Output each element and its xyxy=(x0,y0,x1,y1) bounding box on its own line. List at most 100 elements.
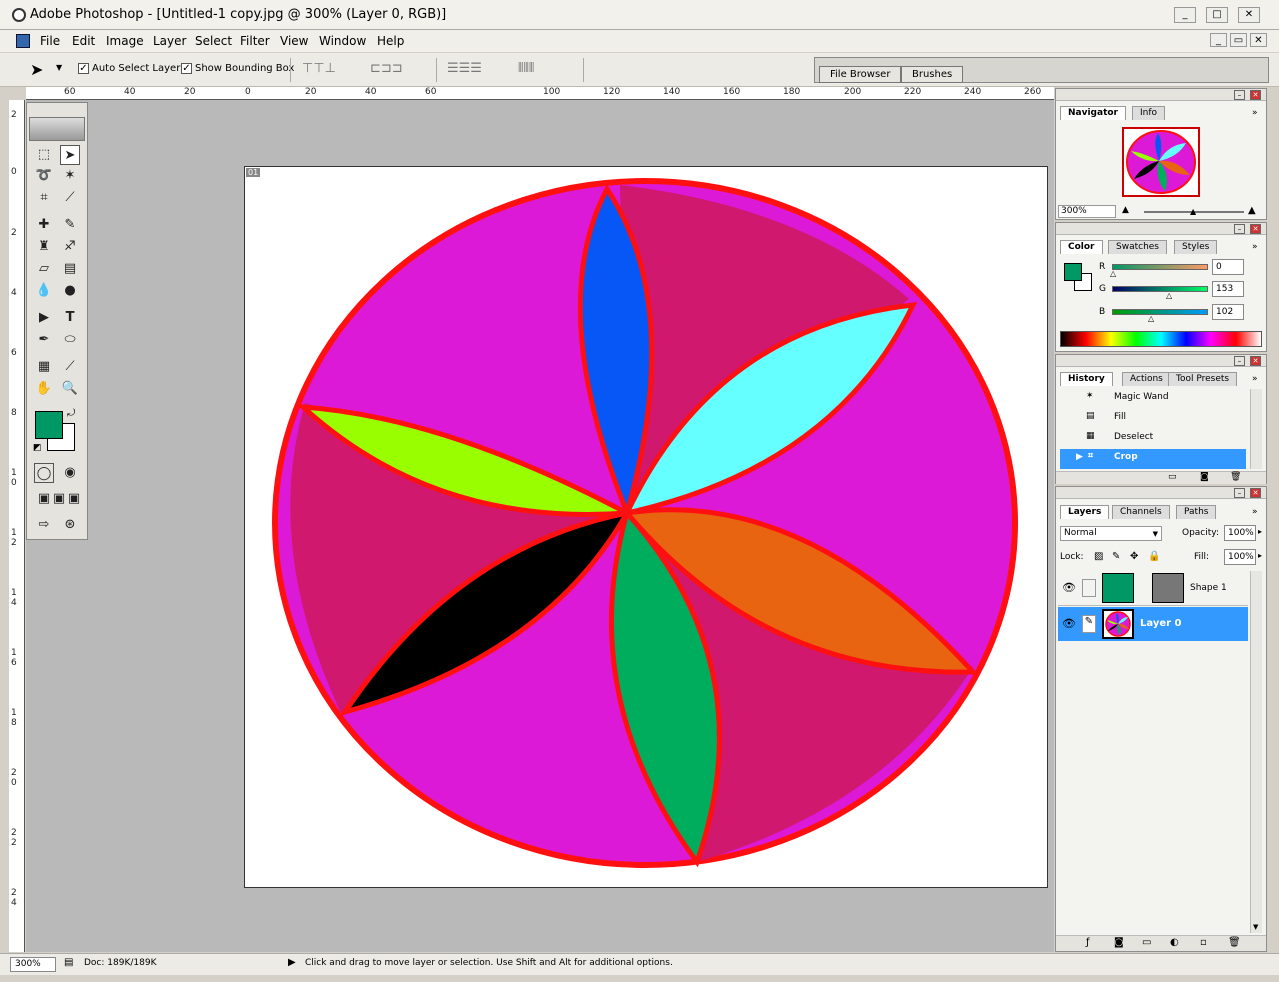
eyedropper-icon[interactable]: ⟋ xyxy=(60,357,80,377)
align-left-icon[interactable]: ⊏⊐⊐ xyxy=(370,61,403,76)
history-item-selected[interactable]: ▶ ⌗ Crop xyxy=(1060,449,1246,469)
lock-all-icon[interactable]: 🔒 xyxy=(1148,551,1160,562)
panel-minimize-icon[interactable]: – xyxy=(1234,488,1245,498)
snapshot-icon[interactable]: ◙ xyxy=(1200,472,1209,482)
brush-icon[interactable]: ✎ xyxy=(1082,615,1096,633)
red-slider-thumb[interactable]: △ xyxy=(1110,269,1116,278)
canvas-area[interactable]: 01 xyxy=(26,100,1054,952)
distribute-top-icon[interactable]: ☰☰☰ xyxy=(447,61,482,76)
tab-navigator[interactable]: Navigator xyxy=(1060,106,1126,120)
magic-wand-icon[interactable]: ✶ xyxy=(60,166,80,186)
panel-close-icon[interactable]: ✕ xyxy=(1250,488,1261,498)
lock-image-icon[interactable]: ✎ xyxy=(1112,551,1120,562)
panel-minimize-icon[interactable]: – xyxy=(1234,224,1245,234)
status-arrow-icon[interactable]: ▶ xyxy=(288,957,296,968)
lock-transparency-icon[interactable]: ▨ xyxy=(1094,551,1103,562)
panel-menu-icon[interactable]: » xyxy=(1252,108,1258,118)
default-colors-icon[interactable]: ◩ xyxy=(33,443,42,453)
menu-image[interactable]: Image xyxy=(106,34,144,48)
eraser-tool-icon[interactable]: ▱ xyxy=(34,259,54,279)
tab-tool-presets[interactable]: Tool Presets xyxy=(1168,372,1238,386)
panel-close-icon[interactable]: ✕ xyxy=(1250,224,1261,234)
history-brush-icon[interactable]: ♐ xyxy=(60,237,80,257)
tab-swatches[interactable]: Swatches xyxy=(1108,240,1167,254)
add-mask-icon[interactable]: ◙ xyxy=(1114,937,1124,948)
full-screen-icon[interactable]: ▣ xyxy=(64,489,84,509)
tab-color[interactable]: Color xyxy=(1060,240,1103,254)
new-document-icon[interactable]: ▭ xyxy=(1168,472,1177,482)
menu-file[interactable]: File xyxy=(40,34,60,48)
eye-icon[interactable]: 👁 xyxy=(1062,581,1076,594)
ellipse-tool-icon[interactable]: ⬭ xyxy=(60,330,80,350)
auto-select-checkbox[interactable]: ✓ xyxy=(78,63,89,74)
green-slider[interactable] xyxy=(1112,286,1208,292)
marquee-tool-icon[interactable]: ⬚ xyxy=(34,145,54,165)
layer-fill-thumbnail[interactable] xyxy=(1102,573,1134,603)
menu-edit[interactable]: Edit xyxy=(72,34,95,48)
layer-row[interactable]: 👁 Shape 1 xyxy=(1058,571,1248,606)
layer-thumbnail[interactable] xyxy=(1102,609,1134,639)
tab-file-browser[interactable]: File Browser xyxy=(819,66,902,83)
chevron-down-icon[interactable]: ▼ xyxy=(56,63,62,72)
panel-minimize-icon[interactable]: – xyxy=(1234,356,1245,366)
bounding-box-checkbox[interactable]: ✓ xyxy=(181,63,192,74)
new-layer-icon[interactable]: ▫ xyxy=(1200,937,1207,948)
zoom-value[interactable]: 300% xyxy=(1058,205,1116,218)
doc-close-button[interactable]: ✕ xyxy=(1250,33,1267,47)
panel-close-icon[interactable]: ✕ xyxy=(1250,90,1261,100)
panel-menu-icon[interactable]: » xyxy=(1252,507,1258,517)
fill-arrow-icon[interactable]: ▸ xyxy=(1258,551,1262,560)
type-tool-icon[interactable]: T xyxy=(60,308,80,328)
doc-icon[interactable] xyxy=(16,34,30,48)
layer-row-selected[interactable]: 👁 ✎ Layer 0 xyxy=(1058,607,1248,641)
menu-filter[interactable]: Filter xyxy=(240,34,270,48)
move-tool-icon[interactable]: ➤ xyxy=(60,145,80,165)
panel-close-icon[interactable]: ✕ xyxy=(1250,356,1261,366)
imageready-icon[interactable]: ⇨ xyxy=(34,515,54,535)
blue-slider-thumb[interactable]: △ xyxy=(1148,314,1154,323)
zoom-slider-thumb[interactable]: ▲ xyxy=(1190,207,1196,216)
history-item[interactable]: ✶ Magic Wand xyxy=(1060,389,1250,409)
color-foreground-swatch[interactable] xyxy=(1064,263,1082,281)
menu-window[interactable]: Window xyxy=(319,34,366,48)
brush-tool-icon[interactable]: ✎ xyxy=(60,215,80,235)
maximize-button[interactable]: □ xyxy=(1206,7,1228,23)
trash-icon[interactable]: 🗑 xyxy=(1230,472,1241,482)
scroll-down-icon[interactable]: ▼ xyxy=(1253,923,1258,931)
trash-icon[interactable]: 🗑 xyxy=(1228,937,1241,948)
tab-actions[interactable]: Actions xyxy=(1122,372,1171,386)
menu-layer[interactable]: Layer xyxy=(153,34,186,48)
menu-select[interactable]: Select xyxy=(195,34,232,48)
path-select-icon[interactable]: ▶ xyxy=(34,308,54,328)
standard-mode-icon[interactable]: ◯ xyxy=(34,463,54,483)
blend-mode-select[interactable]: Normal ▼ xyxy=(1060,526,1162,541)
menu-view[interactable]: View xyxy=(280,34,308,48)
vector-mask-thumbnail[interactable] xyxy=(1152,573,1184,603)
history-scrollbar[interactable] xyxy=(1250,389,1262,469)
color-ramp[interactable] xyxy=(1060,331,1262,347)
distribute-left-icon[interactable]: ⫴⫴⫴ xyxy=(518,61,534,76)
doc-restore-button[interactable]: ▭ xyxy=(1230,33,1247,47)
slice-tool-icon[interactable]: ⟋ xyxy=(60,188,80,208)
history-item[interactable]: ▤ Fill xyxy=(1060,409,1250,429)
fill-value[interactable]: 100% xyxy=(1224,549,1256,565)
opacity-value[interactable]: 100% xyxy=(1224,525,1256,541)
minimize-button[interactable]: _ xyxy=(1174,7,1196,23)
navigator-thumbnail[interactable] xyxy=(1122,127,1200,197)
blue-slider[interactable] xyxy=(1112,309,1208,315)
jump-icon[interactable]: ⊛ xyxy=(60,515,80,535)
adjustment-layer-icon[interactable]: ◐ xyxy=(1170,937,1179,948)
tab-paths[interactable]: Paths xyxy=(1176,505,1217,519)
doc-minimize-button[interactable]: _ xyxy=(1210,33,1227,47)
panel-menu-icon[interactable]: » xyxy=(1252,242,1258,252)
tab-channels[interactable]: Channels xyxy=(1112,505,1170,519)
tab-history[interactable]: History xyxy=(1060,372,1113,386)
opacity-arrow-icon[interactable]: ▸ xyxy=(1258,527,1262,536)
zoom-out-icon[interactable]: ▲ xyxy=(1122,205,1129,215)
tab-layers[interactable]: Layers xyxy=(1060,505,1110,519)
doc-info-icon[interactable]: ▤ xyxy=(64,957,73,968)
panel-minimize-icon[interactable]: – xyxy=(1234,90,1245,100)
blue-value[interactable]: 102 xyxy=(1212,304,1244,320)
align-top-icon[interactable]: ⊤⊤⊥ xyxy=(302,61,336,76)
tab-styles[interactable]: Styles xyxy=(1174,240,1218,254)
